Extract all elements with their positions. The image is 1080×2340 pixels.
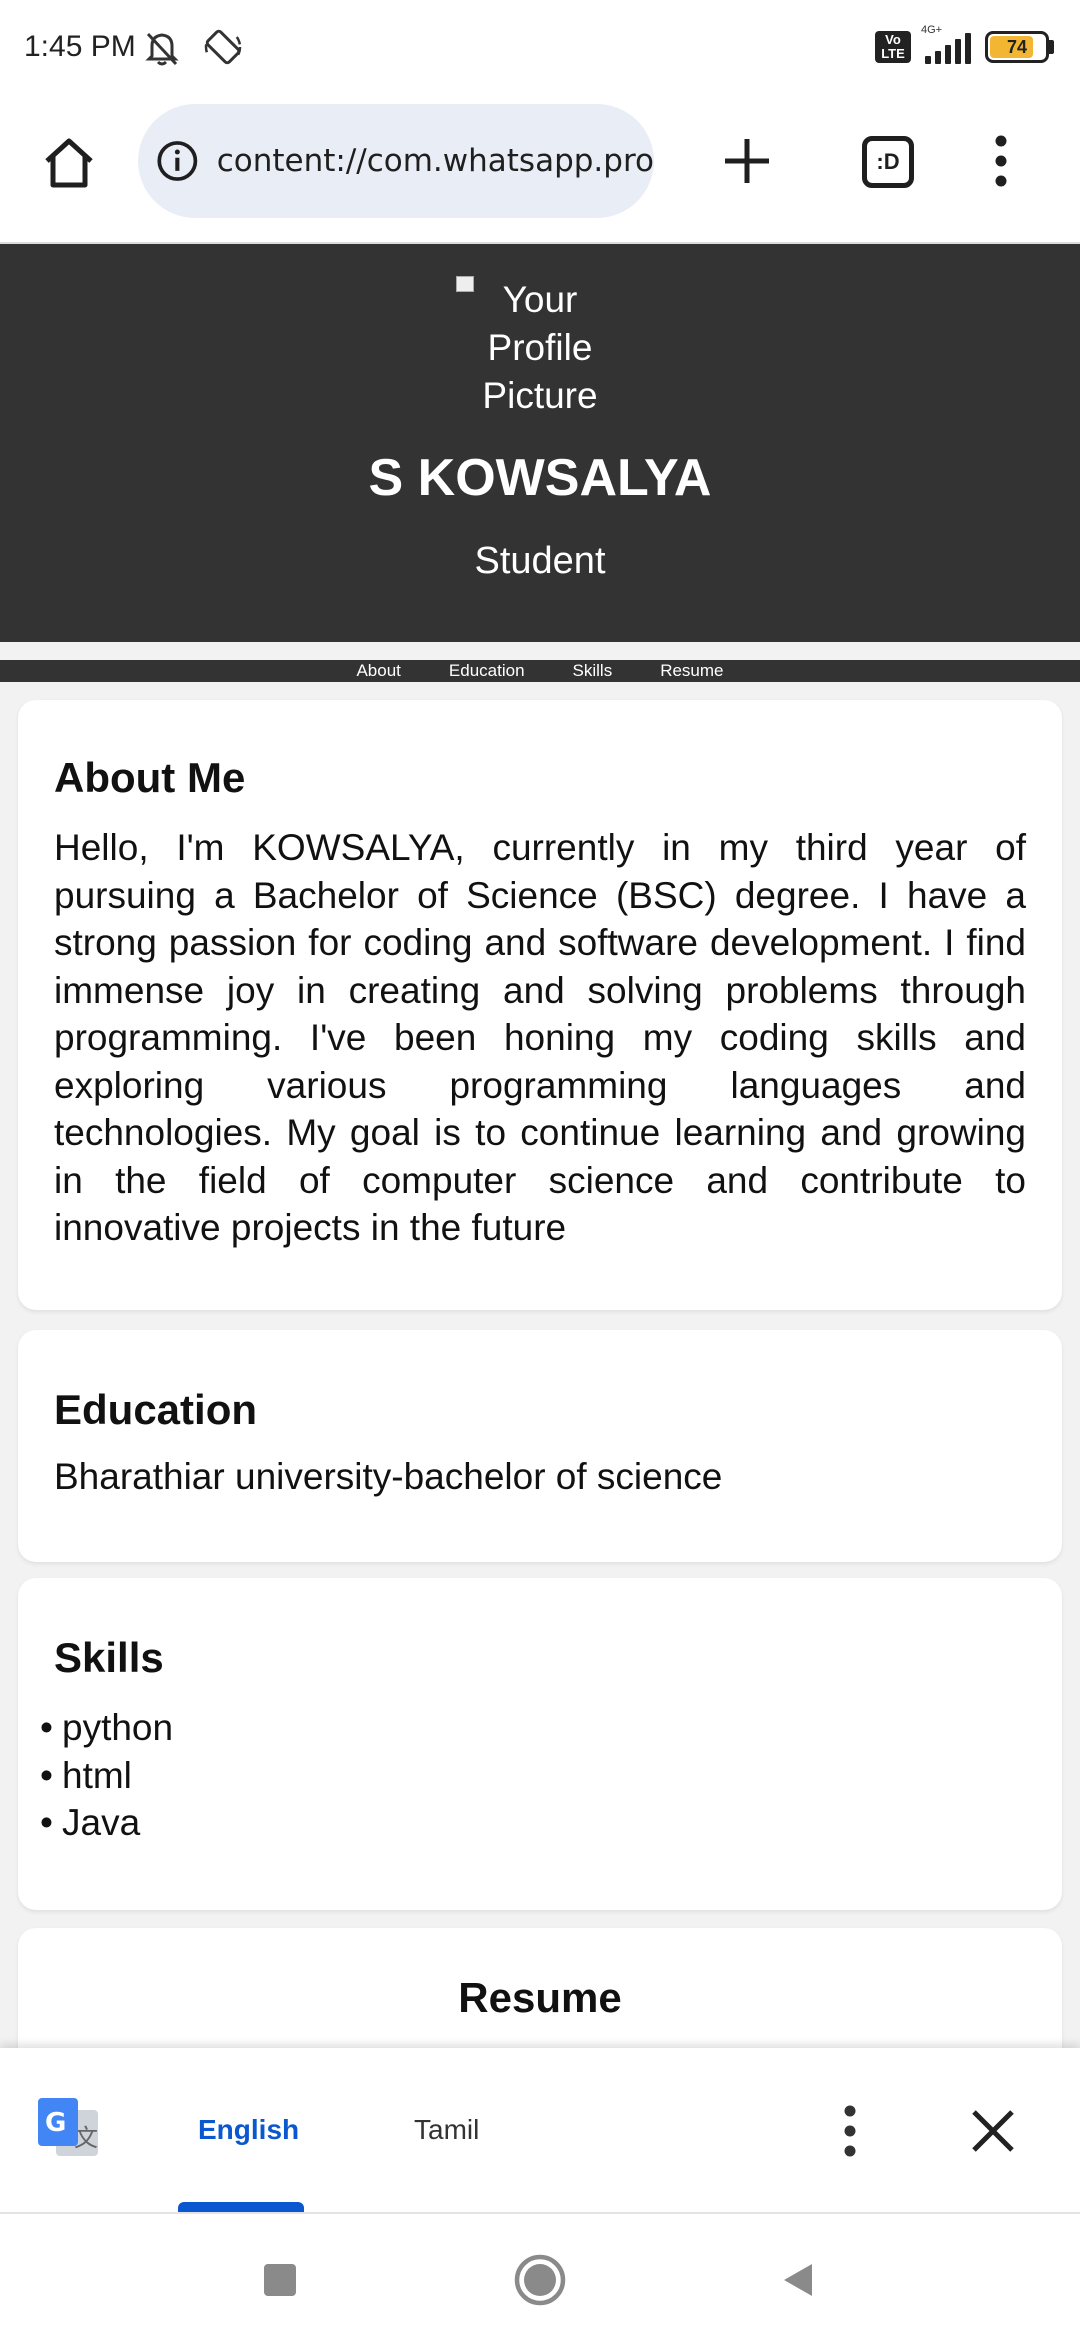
more-vert-icon [844,2105,856,2157]
url-bar[interactable]: content://com.whatsapp.pro [138,104,654,218]
status-time: 1:45 PM [24,30,136,63]
nav-link-education[interactable]: Education [449,661,525,681]
new-tab-button[interactable] [712,126,782,196]
info-icon[interactable] [156,135,199,187]
circle-icon [514,2254,566,2306]
home-nav-button[interactable] [510,2250,570,2310]
skills-list: python html Java [40,1704,1026,1847]
selected-language-indicator [178,2202,304,2212]
bell-muted-icon [140,26,184,75]
profile-role: Student [474,540,606,582]
education-title: Education [54,1386,258,1433]
section-nav: About Education Skills Resume [0,660,1080,682]
status-bar: 1:45 PM Vo LTE 4G+ 74 [0,0,1080,100]
translate-more-button[interactable] [820,2096,880,2166]
education-text: Bharathiar university-bachelor of scienc… [54,1456,723,1497]
skill-item: html [40,1752,1026,1800]
about-title: About Me [54,754,246,801]
recents-button[interactable] [250,2250,310,2310]
skills-section: Skills python html Java [18,1578,1062,1910]
nav-link-skills[interactable]: Skills [573,661,613,681]
url-text[interactable]: content://com.whatsapp.pro [217,143,654,179]
translate-bar: 文 G English Tamil [0,2048,1080,2212]
web-page: Your Profile Picture S KOWSALYA Student … [0,242,1080,2048]
profile-name: S KOWSALYA [368,449,712,507]
nav-link-resume[interactable]: Resume [660,661,723,681]
resume-section: Resume [18,1928,1062,2048]
profile-picture: Your Profile Picture [456,276,622,420]
plus-icon [725,139,769,183]
battery-level: 74 [1006,36,1028,57]
about-section: About Me Hello, I'm KOWSALYA, currently … [18,700,1062,1310]
tab-switcher-icon: :D [862,136,914,188]
skills-title: Skills [54,1634,164,1681]
volte-icon: Vo LTE [875,31,911,63]
nav-link-about[interactable]: About [356,661,400,681]
skill-item: python [40,1704,1026,1752]
tab-switcher-button[interactable]: :D [852,126,924,198]
google-translate-icon[interactable]: 文 G [36,2096,102,2162]
education-section: Education Bharathiar university-bachelor… [18,1330,1062,1562]
battery-icon: 74 [985,31,1054,63]
system-nav-bar [0,2212,1080,2340]
screen-rotation-icon [202,26,244,75]
about-text: Hello, I'm KOWSALYA, currently in my thi… [54,827,1026,1248]
network-type: 4G+ [921,24,943,36]
profile-picture-alt: Your Profile Picture [482,279,598,416]
broken-image-icon [456,276,474,292]
language-tab-tamil[interactable]: Tamil [414,2114,479,2146]
browser-toolbar: content://com.whatsapp.pro :D [0,100,1080,240]
home-icon [45,138,93,188]
back-button[interactable] [768,2250,828,2310]
profile-header: Your Profile Picture S KOWSALYA Student [0,244,1080,642]
back-triangle-icon [784,2264,812,2296]
signal-icon: 4G+ [921,24,971,64]
square-icon [264,2264,296,2296]
more-vert-icon [995,135,1007,187]
skill-item: Java [40,1799,1026,1847]
resume-title: Resume [458,1974,622,2021]
home-button[interactable] [34,128,104,198]
close-icon [972,2110,1014,2152]
svg-text:G: G [45,2108,66,2138]
language-tab-english[interactable]: English [198,2114,299,2146]
browser-menu-button[interactable] [966,126,1036,196]
translate-close-button[interactable] [966,2104,1020,2158]
